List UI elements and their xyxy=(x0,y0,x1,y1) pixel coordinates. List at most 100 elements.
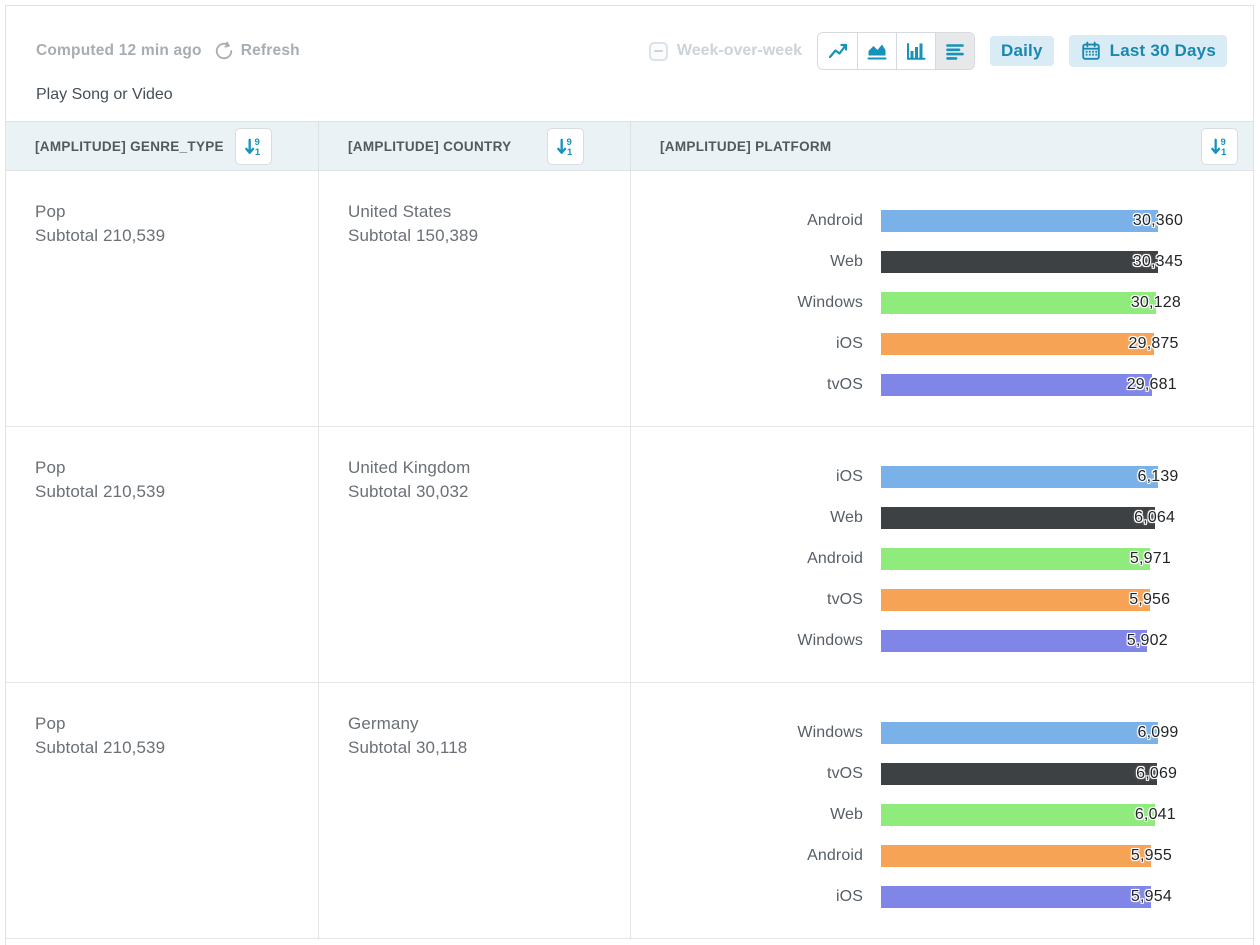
bar-fill[interactable] xyxy=(881,589,1150,611)
bar-label: tvOS xyxy=(631,591,863,609)
area-chart-button[interactable] xyxy=(857,33,896,69)
column-header-label: [AMPLITUDE] PLATFORM xyxy=(660,139,831,154)
bar-value: 6,099 xyxy=(1137,724,1178,742)
table-body: Pop Subtotal 210,539 United States Subto… xyxy=(6,171,1253,939)
bar-track: 30,128 xyxy=(881,292,1158,314)
platform-cell: iOS 6,139 Web 6,064 Android 5,971 tvOS 5… xyxy=(631,427,1253,682)
bar-track: 5,971 xyxy=(881,548,1158,570)
bar-value: 5,956 xyxy=(1129,591,1170,609)
bar-fill[interactable] xyxy=(881,845,1151,867)
line-chart-icon xyxy=(826,39,850,63)
granularity-button[interactable]: Daily xyxy=(990,36,1054,66)
column-chart-icon xyxy=(904,39,928,63)
week-over-week-checkbox[interactable] xyxy=(649,42,668,61)
bar-track: 6,041 xyxy=(881,804,1158,826)
bar-track: 30,360 xyxy=(881,210,1158,232)
bar-fill[interactable] xyxy=(881,251,1158,273)
chart-type-switcher xyxy=(817,32,975,70)
country-cell: United States Subtotal 150,389 xyxy=(319,171,631,426)
bar-fill[interactable] xyxy=(881,548,1150,570)
bar-fill[interactable] xyxy=(881,466,1158,488)
sort-button-country[interactable]: 9 1 xyxy=(547,128,584,165)
table-row: Pop Subtotal 210,539 United Kingdom Subt… xyxy=(6,427,1253,683)
bar-label: iOS xyxy=(631,335,863,353)
bar-row: iOS 6,139 xyxy=(631,456,1253,497)
bar-row: Windows 5,902 xyxy=(631,620,1253,661)
bar-label: Web xyxy=(631,509,863,527)
column-chart-button[interactable] xyxy=(896,33,935,69)
refresh-icon xyxy=(214,41,234,61)
table-header: [AMPLITUDE] GENRE_TYPE 9 1 [AMPLITUDE] C… xyxy=(6,121,1253,171)
bar-row: tvOS 5,956 xyxy=(631,579,1253,620)
platform-bar-chart: Android 30,360 Web 30,345 Windows 30,128… xyxy=(631,171,1253,426)
line-chart-button[interactable] xyxy=(818,33,857,69)
genre-subtotal: Subtotal 210,539 xyxy=(35,736,300,760)
bar-row: Web 6,064 xyxy=(631,497,1253,538)
country-subtotal: Subtotal 30,118 xyxy=(348,736,612,760)
table-row: Pop Subtotal 210,539 Germany Subtotal 30… xyxy=(6,683,1253,939)
bar-track: 6,099 xyxy=(881,722,1158,744)
bar-label: iOS xyxy=(631,888,863,906)
bar-value: 29,875 xyxy=(1128,335,1178,353)
bar-fill[interactable] xyxy=(881,333,1154,355)
genre-name: Pop xyxy=(35,456,300,480)
svg-text:1: 1 xyxy=(255,147,261,158)
toolbar-controls: Week-over-week xyxy=(649,32,1227,70)
bar-track: 30,345 xyxy=(881,251,1158,273)
bar-track: 5,902 xyxy=(881,630,1158,652)
bar-track: 5,954 xyxy=(881,886,1158,908)
svg-text:1: 1 xyxy=(567,147,573,158)
week-over-week-toggle[interactable]: Week-over-week xyxy=(649,42,802,61)
bar-track: 5,955 xyxy=(881,845,1158,867)
country-cell: United Kingdom Subtotal 30,032 xyxy=(319,427,631,682)
refresh-button[interactable]: Refresh xyxy=(214,41,300,61)
bar-fill[interactable] xyxy=(881,292,1156,314)
sort-button-platform[interactable]: 9 1 xyxy=(1201,128,1238,165)
area-chart-icon xyxy=(865,39,889,63)
bar-value: 6,041 xyxy=(1135,806,1176,824)
country-name: United Kingdom xyxy=(348,456,612,480)
bar-label: Android xyxy=(631,847,863,865)
platform-cell: Windows 6,099 tvOS 6,069 Web 6,041 Andro… xyxy=(631,683,1253,938)
horizontal-bar-chart-button[interactable] xyxy=(935,33,974,69)
country-subtotal: Subtotal 150,389 xyxy=(348,224,612,248)
horizontal-bar-chart-icon xyxy=(943,39,967,63)
bar-value: 30,345 xyxy=(1133,253,1183,271)
column-header-genre-type: [AMPLITUDE] GENRE_TYPE 9 1 xyxy=(6,122,319,170)
country-name: Germany xyxy=(348,712,612,736)
bar-label: Windows xyxy=(631,294,863,312)
bar-track: 6,064 xyxy=(881,507,1158,529)
bar-fill[interactable] xyxy=(881,722,1158,744)
report-card: Computed 12 min ago Refresh Week-over-we… xyxy=(5,5,1254,945)
bar-fill[interactable] xyxy=(881,374,1152,396)
bar-fill[interactable] xyxy=(881,630,1147,652)
country-name: United States xyxy=(348,200,612,224)
bar-row: tvOS 6,069 xyxy=(631,753,1253,794)
event-title: Play Song or Video xyxy=(6,72,1253,121)
bar-fill[interactable] xyxy=(881,886,1151,908)
toolbar: Computed 12 min ago Refresh Week-over-we… xyxy=(6,6,1253,72)
bar-track: 29,875 xyxy=(881,333,1158,355)
platform-bar-chart: iOS 6,139 Web 6,064 Android 5,971 tvOS 5… xyxy=(631,427,1253,682)
bar-fill[interactable] xyxy=(881,763,1157,785)
bar-fill[interactable] xyxy=(881,804,1155,826)
sort-descending-icon: 9 1 xyxy=(242,135,265,158)
week-over-week-label: Week-over-week xyxy=(677,42,802,60)
sort-descending-icon: 9 1 xyxy=(554,135,577,158)
genre-name: Pop xyxy=(35,200,300,224)
date-range-button[interactable]: Last 30 Days xyxy=(1069,35,1227,67)
bar-value: 30,360 xyxy=(1133,212,1183,230)
bar-value: 29,681 xyxy=(1127,376,1177,394)
date-range-label: Last 30 Days xyxy=(1110,41,1216,61)
bar-label: Windows xyxy=(631,724,863,742)
bar-fill[interactable] xyxy=(881,210,1158,232)
bar-value: 6,069 xyxy=(1136,765,1177,783)
bar-label: Web xyxy=(631,806,863,824)
sort-descending-icon: 9 1 xyxy=(1208,135,1231,158)
calendar-icon xyxy=(1080,40,1102,62)
bar-row: Android 5,971 xyxy=(631,538,1253,579)
bar-label: Web xyxy=(631,253,863,271)
bar-fill[interactable] xyxy=(881,507,1155,529)
sort-button-genre-type[interactable]: 9 1 xyxy=(235,128,272,165)
bar-value: 6,064 xyxy=(1134,509,1175,527)
